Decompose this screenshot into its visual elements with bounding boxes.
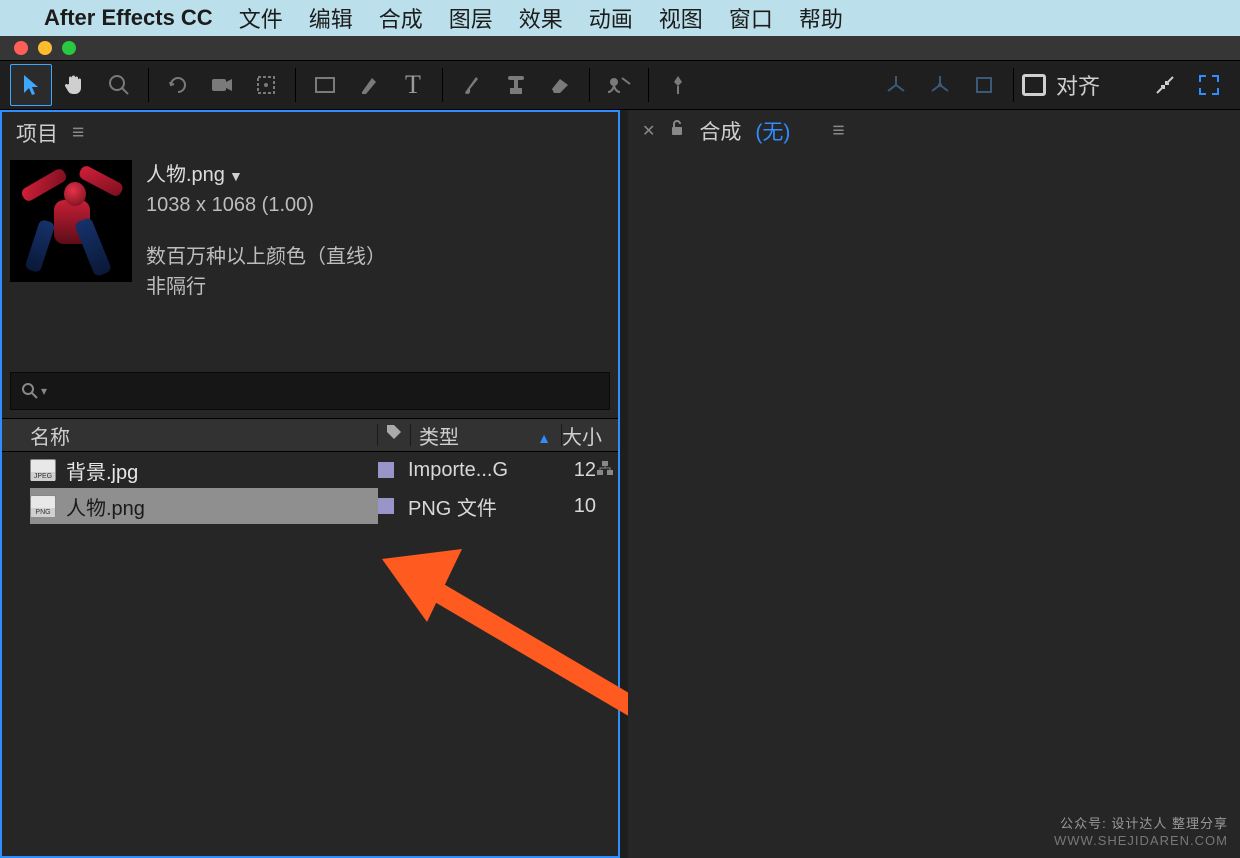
asset-color-info: 数百万种以上颜色（直线） xyxy=(146,242,386,272)
minimize-window-icon[interactable] xyxy=(38,41,52,55)
project-table: 名称 类型 ▲ 大小 背景.jpg Importe.. xyxy=(2,418,618,524)
asset-thumbnail xyxy=(10,160,132,282)
tools-toolbar: T 对齐 xyxy=(0,60,1240,110)
panel-menu-icon[interactable]: ≡ xyxy=(72,121,82,145)
sort-indicator-icon: ▲ xyxy=(537,430,551,446)
menu-edit[interactable]: 编辑 xyxy=(309,2,353,34)
brush-tool[interactable] xyxy=(451,64,493,106)
asset-filename: 人物.png xyxy=(146,164,225,186)
workspace: 项目 ≡ 人物.png▼ 1038 x 1068 (1.00) 数百万种以上颜色… xyxy=(0,110,1240,858)
asset-info: 人物.png▼ 1038 x 1068 (1.00) 数百万种以上颜色（直线） … xyxy=(2,154,618,302)
label-swatch[interactable] xyxy=(378,498,394,514)
mac-menubar: After Effects CC 文件 编辑 合成 图层 效果 动画 视图 窗口… xyxy=(0,0,1240,36)
file-size: 10 xyxy=(558,495,596,518)
menu-comp[interactable]: 合成 xyxy=(379,2,423,34)
close-tab-icon[interactable]: ✕ xyxy=(642,121,655,141)
menu-window[interactable]: 窗口 xyxy=(729,2,773,34)
file-png-icon xyxy=(30,495,56,517)
file-name: 人物.png xyxy=(66,492,378,521)
panel-menu-icon[interactable]: ≡ xyxy=(832,119,842,143)
col-name[interactable]: 名称 xyxy=(30,421,377,450)
asset-dropdown-icon[interactable]: ▼ xyxy=(229,168,243,184)
watermark: 公众号: 设计达人 整理分享 WWW.SHEJIDAREN.COM xyxy=(1054,816,1228,850)
asset-dimensions: 1038 x 1068 (1.00) xyxy=(146,190,386,220)
composition-panel: ✕ 合成 (无) ≡ 公众号: 设计达人 整理分享 WWW.SHEJIDAREN… xyxy=(628,110,1240,858)
search-icon xyxy=(21,382,39,400)
axis-view-icon[interactable] xyxy=(963,64,1005,106)
snapping-checkbox-icon[interactable] xyxy=(1022,74,1046,96)
composition-panel-tab[interactable]: ✕ 合成 (无) ≡ xyxy=(628,110,1240,152)
comp-tab-label: 合成 xyxy=(699,116,741,146)
table-row[interactable]: 背景.jpg Importe...G 12 xyxy=(2,452,618,488)
maximize-icon[interactable] xyxy=(1188,64,1230,106)
puppet-pin-tool[interactable] xyxy=(657,64,699,106)
file-type: Importe...G xyxy=(408,459,558,482)
table-header[interactable]: 名称 类型 ▲ 大小 xyxy=(2,418,618,452)
zoom-window-icon[interactable] xyxy=(62,41,76,55)
collapse-icon[interactable] xyxy=(1144,64,1186,106)
snapping-label: 对齐 xyxy=(1056,69,1100,101)
app-name: After Effects CC xyxy=(44,5,213,31)
project-panel: 项目 ≡ 人物.png▼ 1038 x 1068 (1.00) 数百万种以上颜色… xyxy=(0,110,620,858)
file-size: 12 xyxy=(558,459,596,482)
menu-anim[interactable]: 动画 xyxy=(589,2,633,34)
eraser-tool[interactable] xyxy=(539,64,581,106)
project-tab-label: 项目 xyxy=(16,118,58,148)
file-name: 背景.jpg xyxy=(66,456,378,485)
snapping-control[interactable]: 对齐 xyxy=(1022,69,1100,101)
menu-effect[interactable]: 效果 xyxy=(519,2,563,34)
col-tag-icon[interactable] xyxy=(378,423,410,447)
clone-stamp-tool[interactable] xyxy=(495,64,537,106)
label-swatch[interactable] xyxy=(378,462,394,478)
selection-tool[interactable] xyxy=(10,64,52,106)
pen-tool[interactable] xyxy=(348,64,390,106)
menu-layer[interactable]: 图层 xyxy=(449,2,493,34)
file-jpeg-icon xyxy=(30,459,56,481)
project-search-input[interactable]: ▾ xyxy=(10,372,610,410)
axis-local-icon[interactable] xyxy=(875,64,917,106)
axis-world-icon[interactable] xyxy=(919,64,961,106)
col-type[interactable]: 类型 ▲ xyxy=(411,421,561,450)
lock-icon[interactable] xyxy=(669,119,685,143)
hand-tool[interactable] xyxy=(54,64,96,106)
flowchart-icon[interactable] xyxy=(596,460,618,481)
asset-interlace: 非隔行 xyxy=(146,272,386,302)
orbit-tool[interactable] xyxy=(157,64,199,106)
menu-help[interactable]: 帮助 xyxy=(799,2,843,34)
close-window-icon[interactable] xyxy=(14,41,28,55)
col-size[interactable]: 大小 xyxy=(562,421,618,450)
comp-none-label: (无) xyxy=(755,116,790,146)
zoom-tool[interactable] xyxy=(98,64,140,106)
search-dropdown-icon[interactable]: ▾ xyxy=(41,384,47,398)
pan-behind-tool[interactable] xyxy=(245,64,287,106)
project-panel-tab[interactable]: 项目 ≡ xyxy=(2,112,618,154)
file-type: PNG 文件 xyxy=(408,492,558,521)
camera-tool[interactable] xyxy=(201,64,243,106)
window-titlebar xyxy=(0,36,1240,60)
rectangle-tool[interactable] xyxy=(304,64,346,106)
table-row[interactable]: 人物.png PNG 文件 10 xyxy=(2,488,618,524)
roto-brush-tool[interactable] xyxy=(598,64,640,106)
type-tool[interactable]: T xyxy=(392,64,434,106)
menu-file[interactable]: 文件 xyxy=(239,2,283,34)
menu-view[interactable]: 视图 xyxy=(659,2,703,34)
